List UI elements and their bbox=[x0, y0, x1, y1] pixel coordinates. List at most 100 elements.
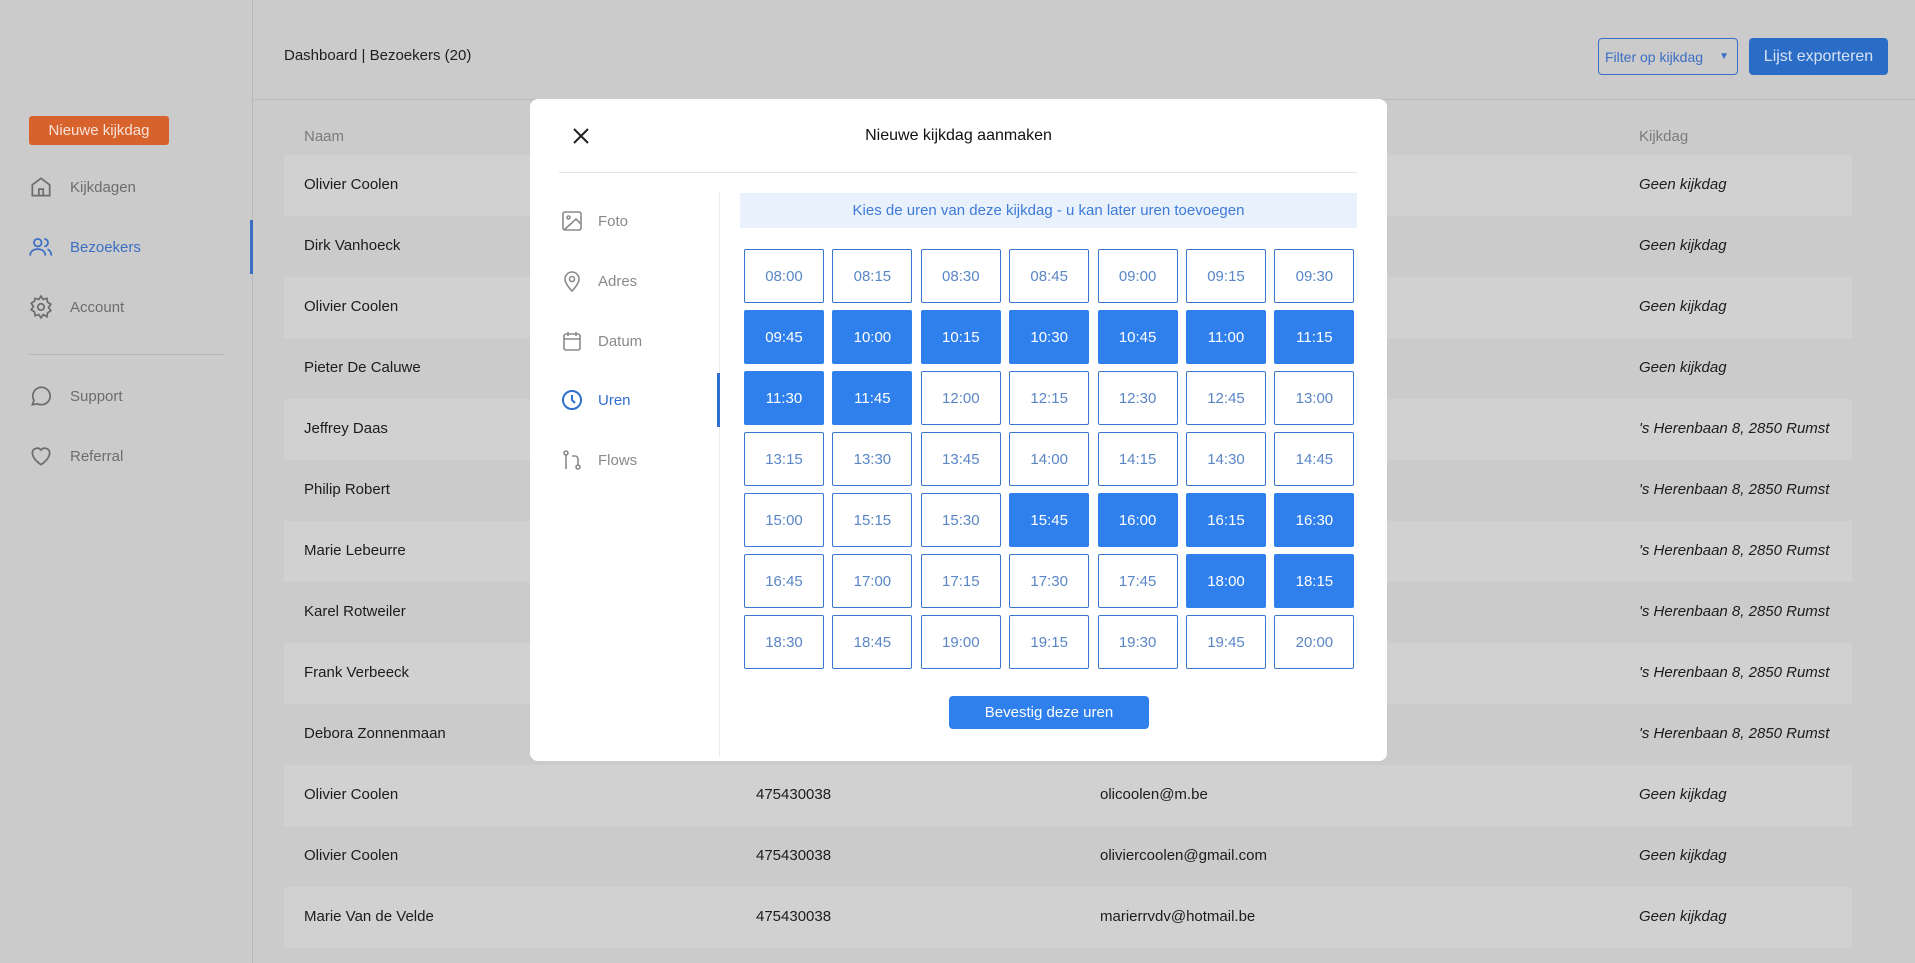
visitor-name: Debora Zonnenmaan bbox=[304, 725, 446, 742]
time-slot[interactable]: 16:45 bbox=[744, 554, 824, 608]
time-slot[interactable]: 19:00 bbox=[920, 615, 1001, 669]
visitor-name: Jeffrey Daas bbox=[304, 420, 388, 437]
time-slot[interactable]: 15:30 bbox=[920, 493, 1001, 547]
visitor-name: Olivier Coolen bbox=[304, 176, 399, 193]
time-slot[interactable]: 08:30 bbox=[920, 249, 1001, 303]
sidebar-divider bbox=[29, 354, 225, 355]
users-icon bbox=[29, 238, 53, 256]
table-row[interactable]: Olivier Coolen 475430038 oliviercoolen@gma… bbox=[284, 826, 1852, 887]
time-slot[interactable]: 13:30 bbox=[832, 432, 913, 486]
time-slot[interactable]: 13:00 bbox=[1274, 371, 1355, 425]
visitor-name: Olivier Coolen bbox=[304, 786, 399, 803]
visitor-email: marierrvdv@hotmail.be bbox=[1100, 908, 1256, 925]
time-slot[interactable]: 11:45 bbox=[832, 371, 913, 425]
time-slot[interactable]: 16:15 bbox=[1186, 493, 1266, 547]
time-slot[interactable]: 20:00 bbox=[1274, 615, 1355, 669]
step-label: Foto bbox=[598, 212, 629, 230]
time-slot[interactable]: 14:00 bbox=[1009, 432, 1090, 486]
header: Dashboard | Bezoekers (20) Filter op kij… bbox=[253, 0, 1915, 100]
active-step-indicator bbox=[717, 373, 720, 427]
visitor-kijkdag: 's Herenbaan 8, 2850 Rumst bbox=[1639, 481, 1830, 498]
visitor-kijkdag: Geen kijkdag bbox=[1639, 359, 1727, 376]
time-slot[interactable]: 13:45 bbox=[920, 432, 1001, 486]
time-slot[interactable]: 18:00 bbox=[1186, 554, 1266, 608]
time-slot[interactable]: 17:30 bbox=[1009, 554, 1090, 608]
modal-title: Nieuwe kijkdag aanmaken bbox=[865, 127, 1052, 144]
column-header-name[interactable]: Naam bbox=[304, 128, 344, 145]
time-slot[interactable]: 15:15 bbox=[832, 493, 913, 547]
time-slot[interactable]: 17:45 bbox=[1097, 554, 1178, 608]
sidebar-item-support[interactable]: Support bbox=[28, 383, 123, 409]
time-slot[interactable]: 09:30 bbox=[1274, 249, 1355, 303]
visitor-name: Marie Van de Velde bbox=[304, 908, 434, 925]
chat-bubble-icon bbox=[30, 386, 51, 406]
new-kijkdag-button[interactable]: Nieuwe kijkdag bbox=[29, 116, 169, 145]
time-slot[interactable]: 18:45 bbox=[832, 615, 913, 669]
sidebar-item-label: Account bbox=[70, 298, 125, 316]
time-slot[interactable]: 18:15 bbox=[1274, 554, 1355, 608]
time-slot[interactable]: 15:00 bbox=[744, 493, 824, 547]
time-slot[interactable]: 09:00 bbox=[1097, 249, 1178, 303]
time-slot[interactable]: 14:15 bbox=[1097, 432, 1178, 486]
steps-divider bbox=[719, 193, 720, 757]
step-adres[interactable]: Adres bbox=[560, 269, 637, 293]
visitor-name: Frank Verbeeck bbox=[304, 664, 410, 681]
time-slot[interactable]: 19:45 bbox=[1186, 615, 1266, 669]
time-slot[interactable]: 10:00 bbox=[832, 310, 913, 364]
sidebar-item-account[interactable]: Account bbox=[28, 294, 124, 320]
time-slot[interactable]: 13:15 bbox=[744, 432, 824, 486]
visitor-phone: 475430038 bbox=[756, 908, 832, 925]
step-label: Adres bbox=[598, 272, 638, 290]
time-slot[interactable]: 08:00 bbox=[744, 249, 824, 303]
time-slot[interactable]: 12:15 bbox=[1009, 371, 1090, 425]
step-label: Flows bbox=[598, 451, 638, 469]
time-slot[interactable]: 12:45 bbox=[1186, 371, 1266, 425]
time-slot[interactable]: 11:15 bbox=[1274, 310, 1355, 364]
step-uren[interactable]: Uren bbox=[560, 388, 631, 412]
sidebar-item-referral[interactable]: Referral bbox=[28, 443, 123, 469]
visitor-kijkdag: Geen kijkdag bbox=[1639, 298, 1727, 315]
modal-divider bbox=[559, 172, 1357, 173]
time-slot[interactable]: 10:45 bbox=[1097, 310, 1178, 364]
sidebar-item-kijkdagen[interactable]: Kijkdagen bbox=[28, 174, 136, 200]
time-slot[interactable]: 17:15 bbox=[920, 554, 1001, 608]
time-slot[interactable]: 17:00 bbox=[832, 554, 913, 608]
time-slot[interactable]: 14:30 bbox=[1186, 432, 1266, 486]
time-slot[interactable]: 15:45 bbox=[1009, 493, 1090, 547]
table-row[interactable]: Olivier Coolen 475430038 olicoolen@m.be Gee… bbox=[284, 765, 1852, 826]
column-header-kijkdag[interactable]: Kijkdag bbox=[1639, 128, 1688, 145]
sidebar-item-bezoekers[interactable]: Bezoekers bbox=[28, 234, 141, 260]
step-foto[interactable]: Foto bbox=[560, 209, 628, 233]
time-slot[interactable]: 19:30 bbox=[1097, 615, 1178, 669]
confirm-hours-button[interactable]: Bevestig deze uren bbox=[949, 696, 1149, 729]
time-slot[interactable]: 10:15 bbox=[920, 310, 1001, 364]
filter-kijkdag-select[interactable]: Filter op kijkdag ▼ bbox=[1598, 38, 1738, 75]
gear-icon bbox=[30, 294, 52, 320]
step-label: Datum bbox=[598, 332, 643, 350]
time-slot[interactable]: 12:00 bbox=[920, 371, 1001, 425]
time-slot[interactable]: 12:30 bbox=[1097, 371, 1178, 425]
time-slot[interactable]: 19:15 bbox=[1009, 615, 1090, 669]
export-list-button[interactable]: Lijst exporteren bbox=[1749, 38, 1888, 75]
time-slot[interactable]: 08:15 bbox=[832, 249, 913, 303]
time-slot[interactable]: 11:30 bbox=[744, 371, 824, 425]
visitor-name: Olivier Coolen bbox=[304, 298, 399, 315]
visitor-name: Olivier Coolen bbox=[304, 847, 399, 864]
time-slot[interactable]: 09:45 bbox=[744, 310, 824, 364]
time-slot[interactable]: 11:00 bbox=[1186, 310, 1266, 364]
time-slot[interactable]: 16:00 bbox=[1097, 493, 1178, 547]
time-slot[interactable]: 08:45 bbox=[1009, 249, 1090, 303]
time-slot[interactable]: 14:45 bbox=[1274, 432, 1355, 486]
step-datum[interactable]: Datum bbox=[560, 329, 642, 353]
table-row[interactable]: Marie Van de Velde 475430038 marierrvdv@ho… bbox=[284, 887, 1852, 948]
filter-label: Filter op kijkdag bbox=[1605, 48, 1704, 65]
sidebar-item-label: Bezoekers bbox=[70, 238, 141, 256]
calendar-icon bbox=[563, 332, 581, 351]
time-slot[interactable]: 16:30 bbox=[1274, 493, 1355, 547]
time-slot[interactable]: 18:30 bbox=[744, 615, 824, 669]
time-slot[interactable]: 10:30 bbox=[1009, 310, 1090, 364]
step-flows[interactable]: Flows bbox=[560, 448, 637, 472]
new-kijkdag-modal: Nieuwe kijkdag aanmaken Foto Adres Datum… bbox=[530, 99, 1387, 761]
time-slot[interactable]: 09:15 bbox=[1186, 249, 1266, 303]
chevron-down-icon: ▼ bbox=[1719, 51, 1729, 62]
